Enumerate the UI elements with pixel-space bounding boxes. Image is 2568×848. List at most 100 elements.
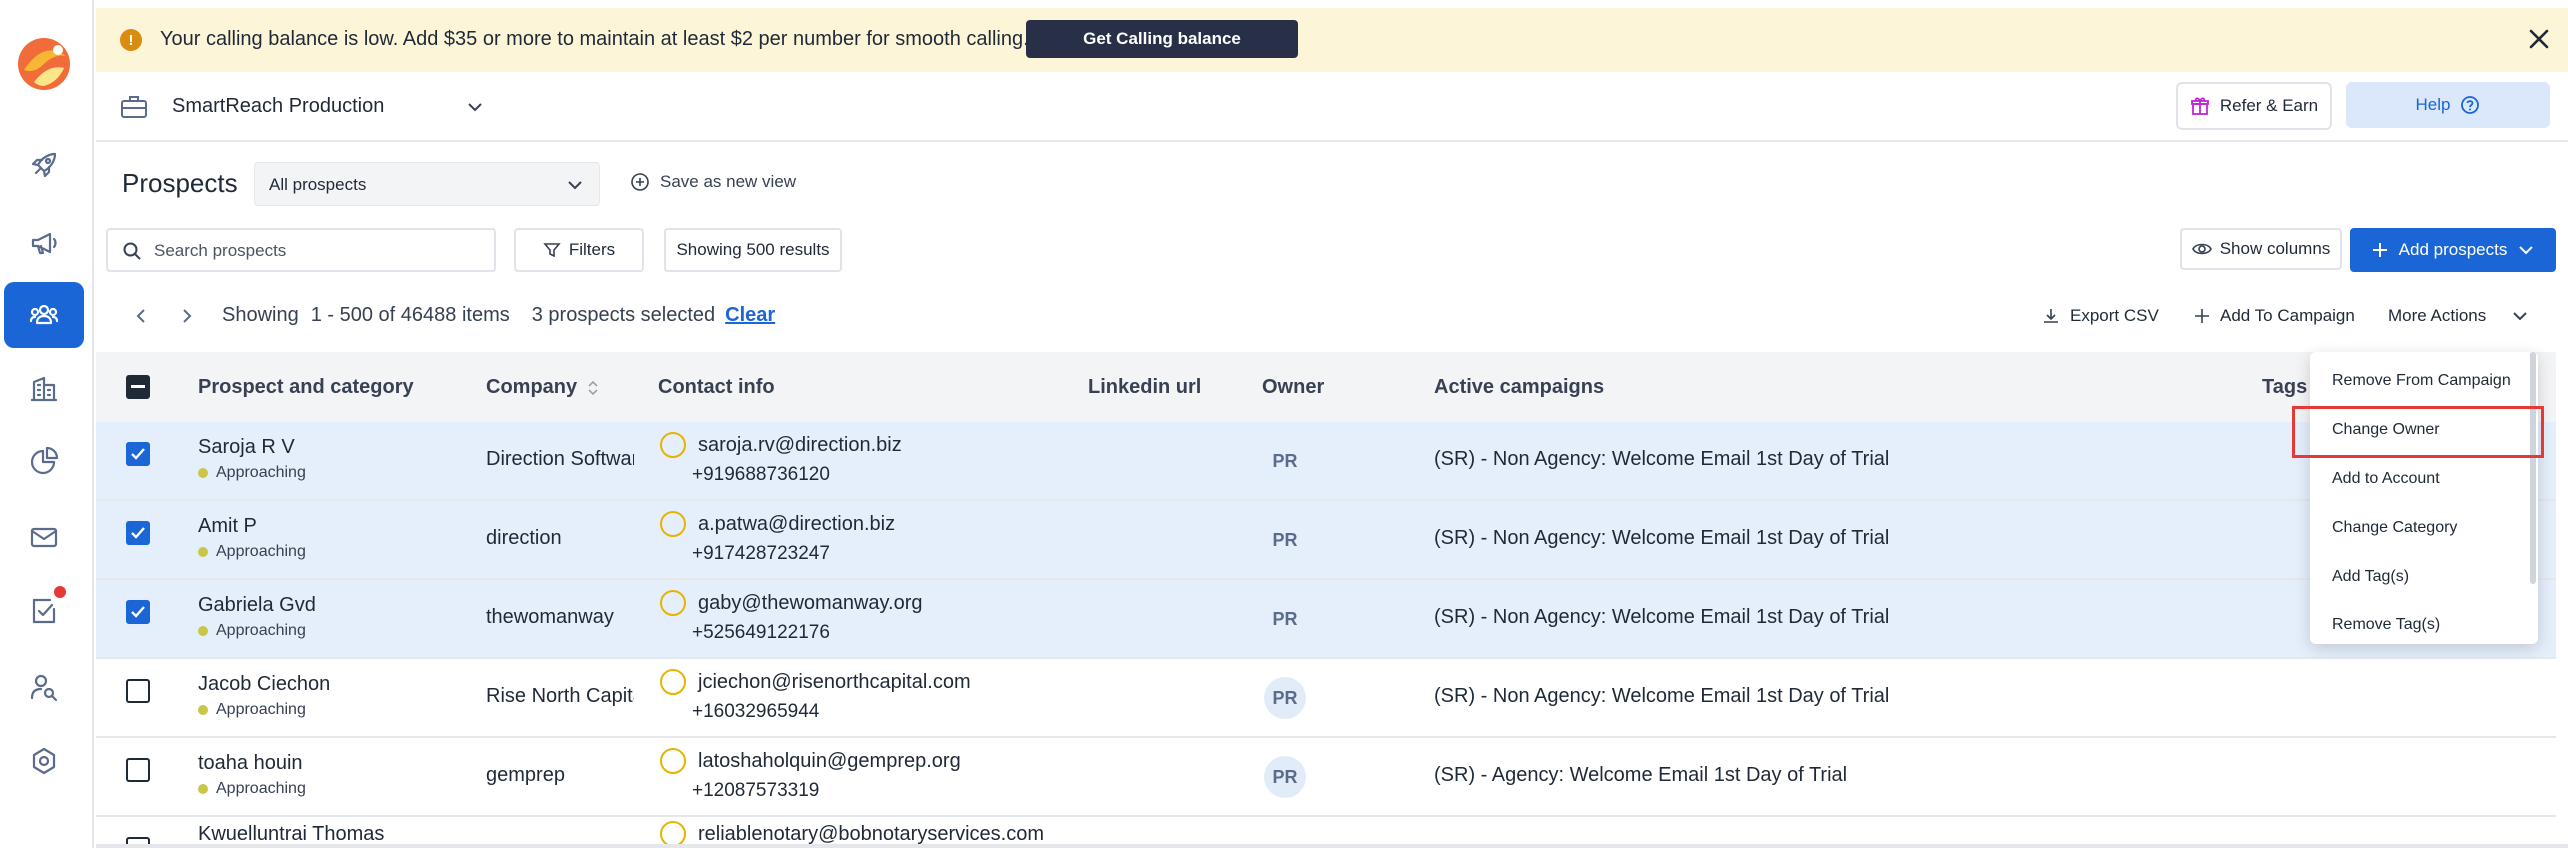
active-campaign[interactable]: (SR) - Non Agency: Welcome Email 1st Day… [1434,448,1889,471]
category-dot [198,547,208,557]
contact-email[interactable]: saroja.rv@direction.biz [698,434,902,457]
table-row[interactable]: Kwuelluntrai Thomas reliablenotary@bobno… [96,817,2556,844]
nav-reports[interactable] [4,428,84,494]
col-owner[interactable]: Owner [1262,376,1324,399]
smartreach-logo-icon[interactable] [14,34,74,94]
selected-count: 3 prospects selected [531,304,716,326]
get-calling-balance-button[interactable]: Get Calling balance [1026,20,1298,58]
owner-avatar: PR [1264,756,1306,798]
row-checkbox[interactable] [126,837,150,844]
table-row[interactable]: Amit P Approaching direction a.patwa@dir… [96,501,2556,580]
menu-remove-from-campaign[interactable]: Remove From Campaign [2332,372,2511,390]
menu-add-tags[interactable]: Add Tag(s) [2332,568,2409,586]
contact-email[interactable]: latoshaholquin@gemprep.org [698,750,961,773]
active-campaign[interactable]: (SR) - Non Agency: Welcome Email 1st Day… [1434,606,1889,629]
col-company[interactable]: Company [486,376,577,399]
contact-phone[interactable]: +919688736120 [692,464,830,486]
prospect-name[interactable]: Saroja R V [198,436,295,459]
prospect-name[interactable]: Amit P [198,515,257,538]
col-contact[interactable]: Contact info [658,376,775,399]
pager-range: 1 - 500 of 46488 items [310,304,510,326]
chevron-left-icon[interactable] [130,305,152,327]
prospect-name[interactable]: Gabriela Gvd [198,594,316,617]
contact-phone[interactable]: +917428723247 [692,543,830,565]
hexagon-settings-icon [32,747,56,775]
plus-icon [2195,309,2209,323]
workspace-name[interactable]: SmartReach Production [172,95,384,118]
row-checkbox[interactable] [126,600,150,624]
table-row[interactable]: toaha houin Approaching gemprep latoshah… [96,738,2556,817]
select-all-checkbox[interactable] [126,375,150,399]
active-campaign[interactable]: (SR) - Non Agency: Welcome Email 1st Day… [1434,685,1889,708]
row-checkbox[interactable] [126,442,150,466]
results-count-button[interactable]: Showing 500 results [664,228,842,272]
prospect-name[interactable]: toaha houin [198,752,303,775]
category-label: Approaching [216,543,306,560]
contact-email[interactable]: reliablenotary@bobnotaryservices.com [698,823,1044,844]
nav-inbox[interactable] [4,504,84,570]
notification-dot [54,586,66,598]
clear-selection-link[interactable]: Clear [725,304,775,327]
nav-prospects[interactable] [4,282,84,348]
nav-settings[interactable] [4,728,84,794]
email-status-icon [660,669,686,695]
gift-icon [2190,97,2209,115]
add-prospects-button[interactable]: Add prospects [2350,228,2556,272]
chevron-down-icon[interactable] [464,96,486,118]
search-input[interactable] [154,238,484,264]
nav-accounts[interactable] [4,356,84,422]
save-view-label: Save as new view [660,172,797,191]
prospect-name[interactable]: Kwuelluntrai Thomas [198,823,384,844]
chevron-right-icon[interactable] [176,305,198,327]
email-status-icon [660,511,686,537]
table-row[interactable]: Jacob Ciechon Approaching Rise North Cap… [96,659,2556,738]
prospect-category: Approaching [198,701,306,719]
more-actions-menu: Remove From Campaign Change Owner Add to… [2310,352,2538,644]
plus-circle-icon [631,173,649,191]
contact-phone[interactable]: +16032965944 [692,701,819,723]
nav-prospect-search[interactable] [4,654,84,720]
row-checkbox[interactable] [126,758,150,782]
table-row[interactable]: Gabriela Gvd Approaching thewomanway gab… [96,580,2556,659]
active-campaign[interactable]: (SR) - Agency: Welcome Email 1st Day of … [1434,764,1847,787]
table-row[interactable]: Saroja R V Approaching Direction Softwar… [96,422,2556,501]
view-select-value: All prospects [269,175,367,194]
contact-email[interactable]: a.patwa@direction.biz [698,513,895,536]
active-campaign[interactable]: (SR) - Non Agency: Welcome Email 1st Day… [1434,527,1889,550]
col-linkedin[interactable]: Linkedin url [1088,376,1201,399]
prospect-name[interactable]: Jacob Ciechon [198,673,330,696]
contact-email[interactable]: gaby@thewomanway.org [698,592,923,615]
contact-email[interactable]: jciechon@risenorthcapital.com [698,671,971,694]
col-prospect[interactable]: Prospect and category [198,376,414,399]
close-icon[interactable] [2524,24,2554,54]
prospect-category: Approaching [198,780,306,798]
nav-tasks[interactable] [4,578,84,644]
filter-icon [543,243,561,258]
show-columns-button[interactable]: Show columns [2180,228,2342,270]
menu-remove-tags[interactable]: Remove Tag(s) [2332,616,2440,634]
more-actions-button[interactable]: More Actions [2388,306,2530,326]
view-select[interactable]: All prospects [254,162,600,206]
help-circle-icon [2461,96,2480,114]
add-to-campaign-button[interactable]: Add To Campaign [2194,306,2355,326]
help-button[interactable]: Help [2346,82,2550,128]
save-as-new-view-button[interactable]: Save as new view [630,172,796,192]
nav-announcements[interactable] [4,210,84,276]
contact-phone[interactable]: +12087573319 [692,780,819,802]
export-csv-button[interactable]: Export CSV [2042,306,2159,326]
filters-button[interactable]: Filters [514,228,644,272]
category-dot [198,626,208,636]
col-campaigns[interactable]: Active campaigns [1434,376,1604,399]
row-checkbox[interactable] [126,521,150,545]
col-tags[interactable]: Tags [2262,376,2307,399]
nav-campaigns[interactable] [4,132,84,198]
sort-icon[interactable] [586,378,600,398]
refer-earn-button[interactable]: Refer & Earn [2176,82,2332,130]
row-checkbox[interactable] [126,679,150,703]
top-header: SmartReach Production Refer & Earn Help [96,72,2568,142]
menu-change-category[interactable]: Change Category [2332,519,2457,537]
menu-scrollbar[interactable] [2530,352,2536,584]
low-balance-banner: ! Your calling balance is low. Add $35 o… [96,8,2568,72]
menu-add-to-account[interactable]: Add to Account [2332,470,2440,488]
contact-phone[interactable]: +525649122176 [692,622,830,644]
